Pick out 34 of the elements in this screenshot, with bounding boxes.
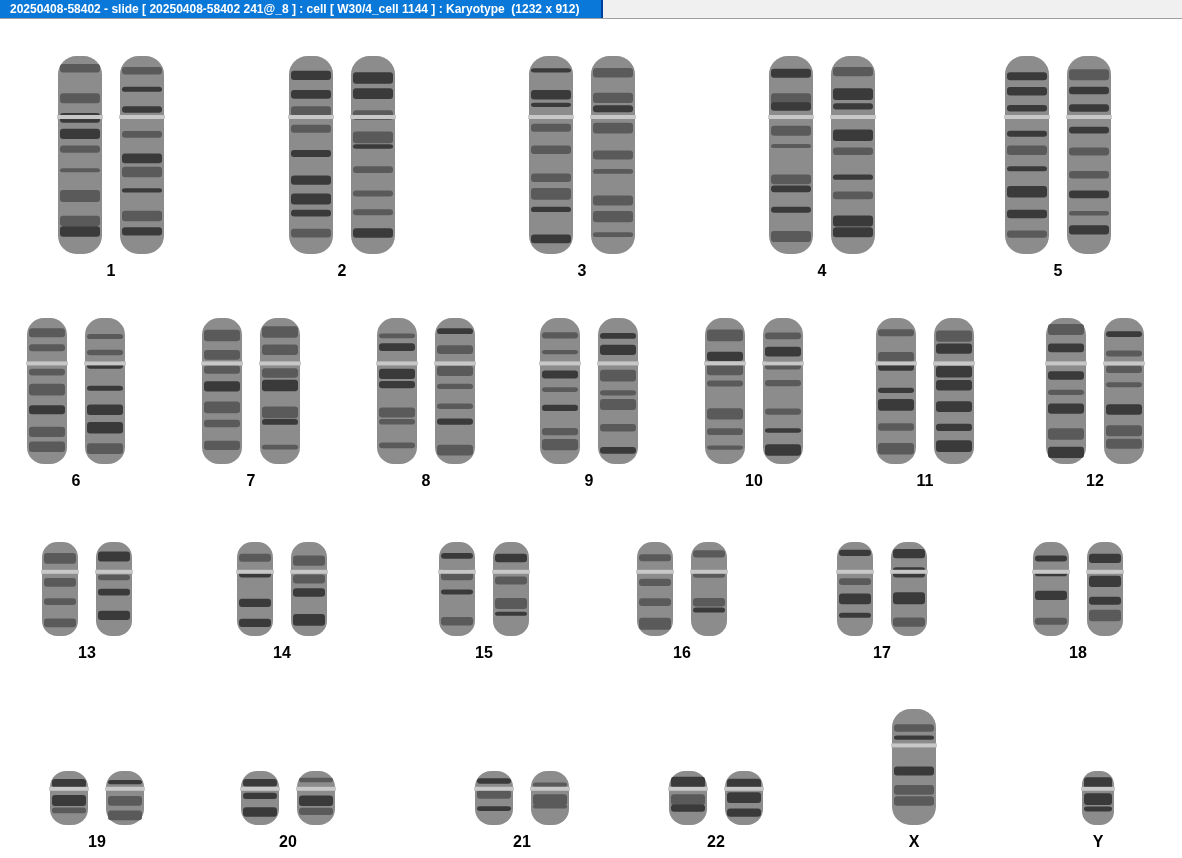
- chromosome-drawing: [530, 770, 570, 826]
- chromosome-label: 2: [337, 261, 347, 281]
- chromosome-label: 18: [1069, 643, 1087, 663]
- chromosome-label: 20: [279, 832, 297, 852]
- window-title: 20250408-58402 - slide [ 20250408-58402 241@_8 ] : cell [ W30/4_cell 1144 ] : Karyotype (1232 x 912): [0, 0, 604, 18]
- chromosome-label: 22: [707, 832, 725, 852]
- chromosome-label: 8: [421, 471, 431, 491]
- chromosome-label: 19: [88, 832, 106, 852]
- chromosome-label: 13: [78, 643, 96, 663]
- chromosome-label: 15: [475, 643, 493, 663]
- chromosome-label: 14: [273, 643, 291, 663]
- chromosome-label: 12: [1086, 471, 1104, 491]
- chromosome-label: 1: [106, 261, 116, 281]
- chromosome-label: Y: [1092, 832, 1104, 852]
- chromosome-drawing: [668, 770, 708, 826]
- chromosome-drawing: [49, 770, 89, 826]
- chromosome-label: 4: [817, 261, 827, 281]
- chromosome-drawing: [240, 770, 280, 826]
- chromosome-label: 5: [1053, 261, 1063, 281]
- chromosome-label: 17: [873, 643, 891, 663]
- chromosome-drawing: [1081, 770, 1115, 826]
- chromosome-label: 10: [745, 471, 763, 491]
- chromosome-drawing: [474, 770, 514, 826]
- chromosome-label: X: [908, 832, 920, 852]
- chromosome-drawing: [105, 770, 145, 826]
- chromosome-label: 3: [577, 261, 587, 281]
- chromosome-label: 7: [246, 471, 256, 491]
- chromosome-drawing: [296, 770, 336, 826]
- chromosome-label: 21: [513, 832, 531, 852]
- chromosome-label: 16: [673, 643, 691, 663]
- chromosome-label: 9: [584, 471, 594, 491]
- chromosome-label: 11: [916, 471, 934, 491]
- chromosome-drawing: [724, 770, 764, 826]
- chromosome-label: 6: [71, 471, 81, 491]
